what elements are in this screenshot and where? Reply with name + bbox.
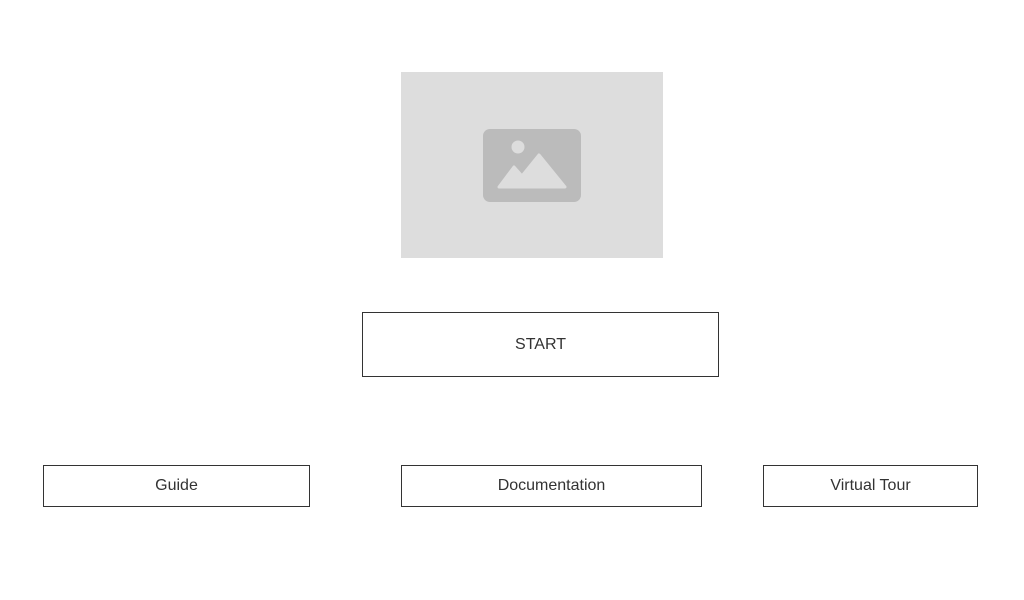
virtual-tour-button-label: Virtual Tour (830, 477, 911, 494)
guide-button-label: Guide (155, 477, 198, 494)
start-button-label: START (515, 335, 566, 353)
image-placeholder-icon (483, 129, 581, 202)
documentation-button-label: Documentation (497, 477, 606, 494)
documentation-button[interactable]: Documentation (401, 465, 702, 507)
start-screen: START Guide Documentation Virtual Tour (0, 0, 1024, 600)
virtual-tour-button[interactable]: Virtual Tour (763, 465, 978, 507)
hero-image-placeholder (401, 72, 663, 258)
guide-button[interactable]: Guide (43, 465, 310, 507)
start-button[interactable]: START (362, 312, 719, 377)
